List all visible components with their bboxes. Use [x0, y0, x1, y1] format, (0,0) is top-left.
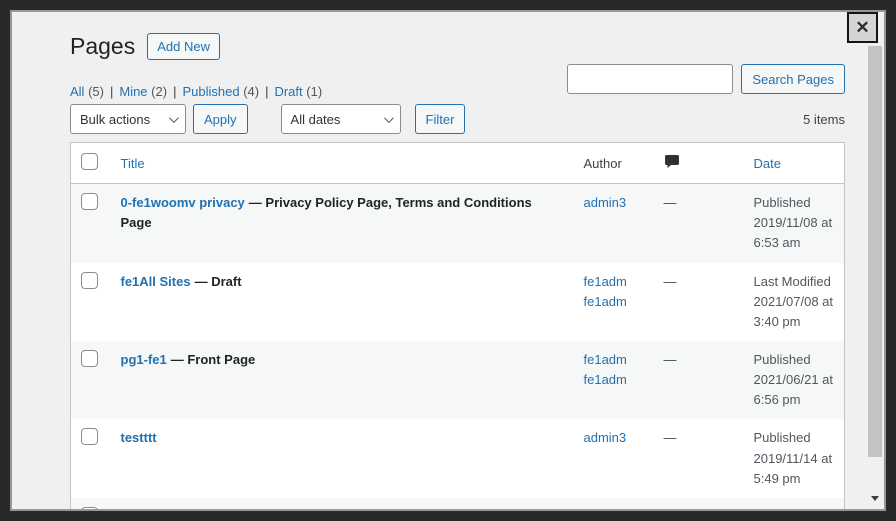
search-pages-button[interactable]: Search Pages: [741, 64, 845, 94]
date-cell: Last Modified 2021/07/08 at 3:40 pm: [744, 263, 845, 341]
pages-table-wrap: Title Author Date 0-fe1woomv privacy —: [70, 142, 845, 511]
vertical-scrollbar[interactable]: [866, 12, 884, 509]
column-header-author: Author: [574, 143, 654, 184]
comments-value: —: [654, 184, 744, 263]
search-input[interactable]: [567, 64, 733, 94]
row-checkbox[interactable]: [81, 272, 98, 289]
page-title-link[interactable]: pg1-fe1: [121, 352, 167, 367]
column-header-date[interactable]: Date: [754, 156, 781, 171]
add-new-button[interactable]: Add New: [147, 33, 220, 60]
table-header-row: Title Author Date: [71, 143, 845, 184]
author-link[interactable]: admin3: [584, 509, 627, 511]
date-value: 2019/11/14 at 5:49 pm: [754, 449, 835, 489]
view-link-draft[interactable]: Draft (1): [274, 84, 322, 99]
table-row: WooCommerce Multistore admin3 — Publishe…: [71, 498, 845, 511]
comments-value: —: [654, 419, 744, 497]
select-all-checkbox[interactable]: [81, 153, 98, 170]
view-link-published[interactable]: Published (4): [182, 84, 259, 99]
row-checkbox[interactable]: [81, 193, 98, 210]
date-cell: Published 2019/11/08 at 6:53 am: [744, 184, 845, 263]
view-filter-links: All (5) | Mine (2) | Published (4) | Draft (1): [70, 84, 322, 99]
pages-table: Title Author Date 0-fe1woomv privacy —: [70, 142, 845, 511]
author-link[interactable]: admin3: [584, 430, 627, 445]
scrollbar-thumb[interactable]: [868, 46, 882, 457]
comment-bubble-icon: [664, 153, 680, 174]
date-cell: Published 2019/11/14 at 5:49 pm: [744, 419, 845, 497]
date-status: Published: [754, 350, 835, 370]
all-dates-select[interactable]: All dates: [281, 104, 401, 134]
table-row: pg1-fe1 — Front Page fe1adm fe1adm — Publ…: [71, 341, 845, 419]
search-area: Search Pages: [567, 64, 845, 94]
page-title-link[interactable]: testttt: [121, 430, 157, 445]
table-row: 0-fe1woomv privacy— Privacy Policy Page,…: [71, 184, 845, 263]
apply-button[interactable]: Apply: [193, 104, 248, 134]
view-count: (1): [306, 84, 322, 99]
content-area: Pages Add New All (5) | Mine (2) | Published…: [12, 12, 866, 509]
bulk-actions-select[interactable]: Bulk actions: [70, 104, 186, 134]
toolbar: Bulk actions Apply All dates Filter 5 it…: [70, 104, 845, 134]
date-cell: Published: [744, 498, 845, 511]
table-row: testttt admin3 — Published 2019/11/14 at…: [71, 419, 845, 497]
page-title-link[interactable]: fe1All Sites: [121, 274, 191, 289]
author-link[interactable]: fe1adm fe1adm: [584, 274, 627, 309]
post-state: — Front Page: [171, 352, 256, 367]
comments-value: —: [654, 263, 744, 341]
table-row: fe1All Sites — Draft fe1adm fe1adm — Last…: [71, 263, 845, 341]
screen: { "window": { "close_glyph": "✕" }, "hea…: [0, 0, 896, 521]
date-value: 2019/11/08 at 6:53 am: [754, 213, 835, 253]
row-checkbox[interactable]: [81, 428, 98, 445]
view-count: (4): [243, 84, 259, 99]
date-cell: Published 2021/06/21 at 6:56 pm: [744, 341, 845, 419]
row-checkbox[interactable]: [81, 350, 98, 367]
view-count: (5): [88, 84, 104, 99]
date-value: 2021/07/08 at 3:40 pm: [754, 292, 835, 332]
view-link-all[interactable]: All (5): [70, 84, 104, 99]
chevron-down-icon: [169, 113, 179, 123]
comments-value: —: [654, 498, 744, 511]
page-title-link[interactable]: 0-fe1woomv privacy: [121, 195, 245, 210]
separator: |: [173, 84, 176, 99]
author-link[interactable]: fe1adm fe1adm: [584, 352, 627, 387]
close-button[interactable]: ✕: [847, 12, 878, 43]
pages-dialog: ✕ Pages Add New All (5) | Mine (2) | Publish…: [10, 10, 886, 511]
chevron-down-icon: [383, 113, 393, 123]
separator: |: [265, 84, 268, 99]
page-title: Pages: [70, 32, 135, 62]
date-status: Published: [754, 428, 835, 448]
date-status: Published: [754, 193, 835, 213]
page-header: Pages Add New: [70, 32, 220, 62]
author-link[interactable]: admin3: [584, 195, 627, 210]
date-status: Published: [754, 507, 835, 511]
comments-value: —: [654, 341, 744, 419]
items-count: 5 items: [803, 112, 845, 127]
filter-button[interactable]: Filter: [415, 104, 466, 134]
view-count: (2): [151, 84, 167, 99]
separator: |: [110, 84, 113, 99]
row-checkbox[interactable]: [81, 507, 98, 511]
date-status: Last Modified: [754, 272, 835, 292]
post-state: — Draft: [195, 274, 242, 289]
date-value: 2021/06/21 at 6:56 pm: [754, 370, 835, 410]
page-title-link[interactable]: WooCommerce Multistore: [121, 509, 282, 511]
scroll-down-arrow-icon[interactable]: [871, 496, 879, 501]
view-link-mine[interactable]: Mine (2): [119, 84, 167, 99]
column-header-title[interactable]: Title: [121, 156, 145, 171]
